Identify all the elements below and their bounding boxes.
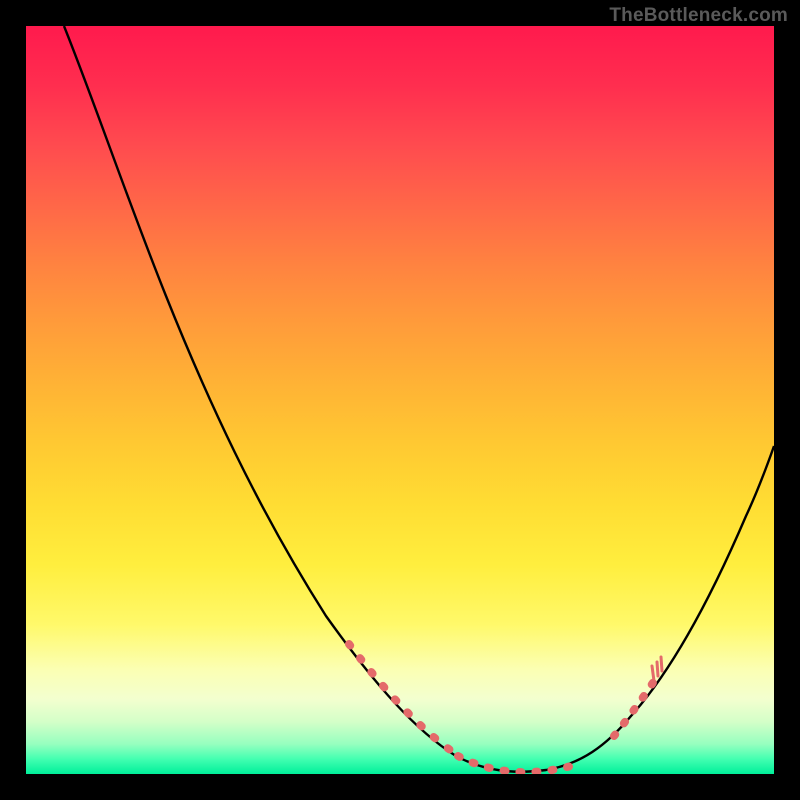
highlight-segment-bottom (458, 756, 581, 772)
chart-svg (26, 26, 774, 774)
watermark-text: TheBottleneck.com (609, 5, 788, 27)
chart-frame (26, 26, 774, 774)
highlight-segment-left (349, 644, 456, 754)
bottleneck-curve (64, 26, 774, 772)
